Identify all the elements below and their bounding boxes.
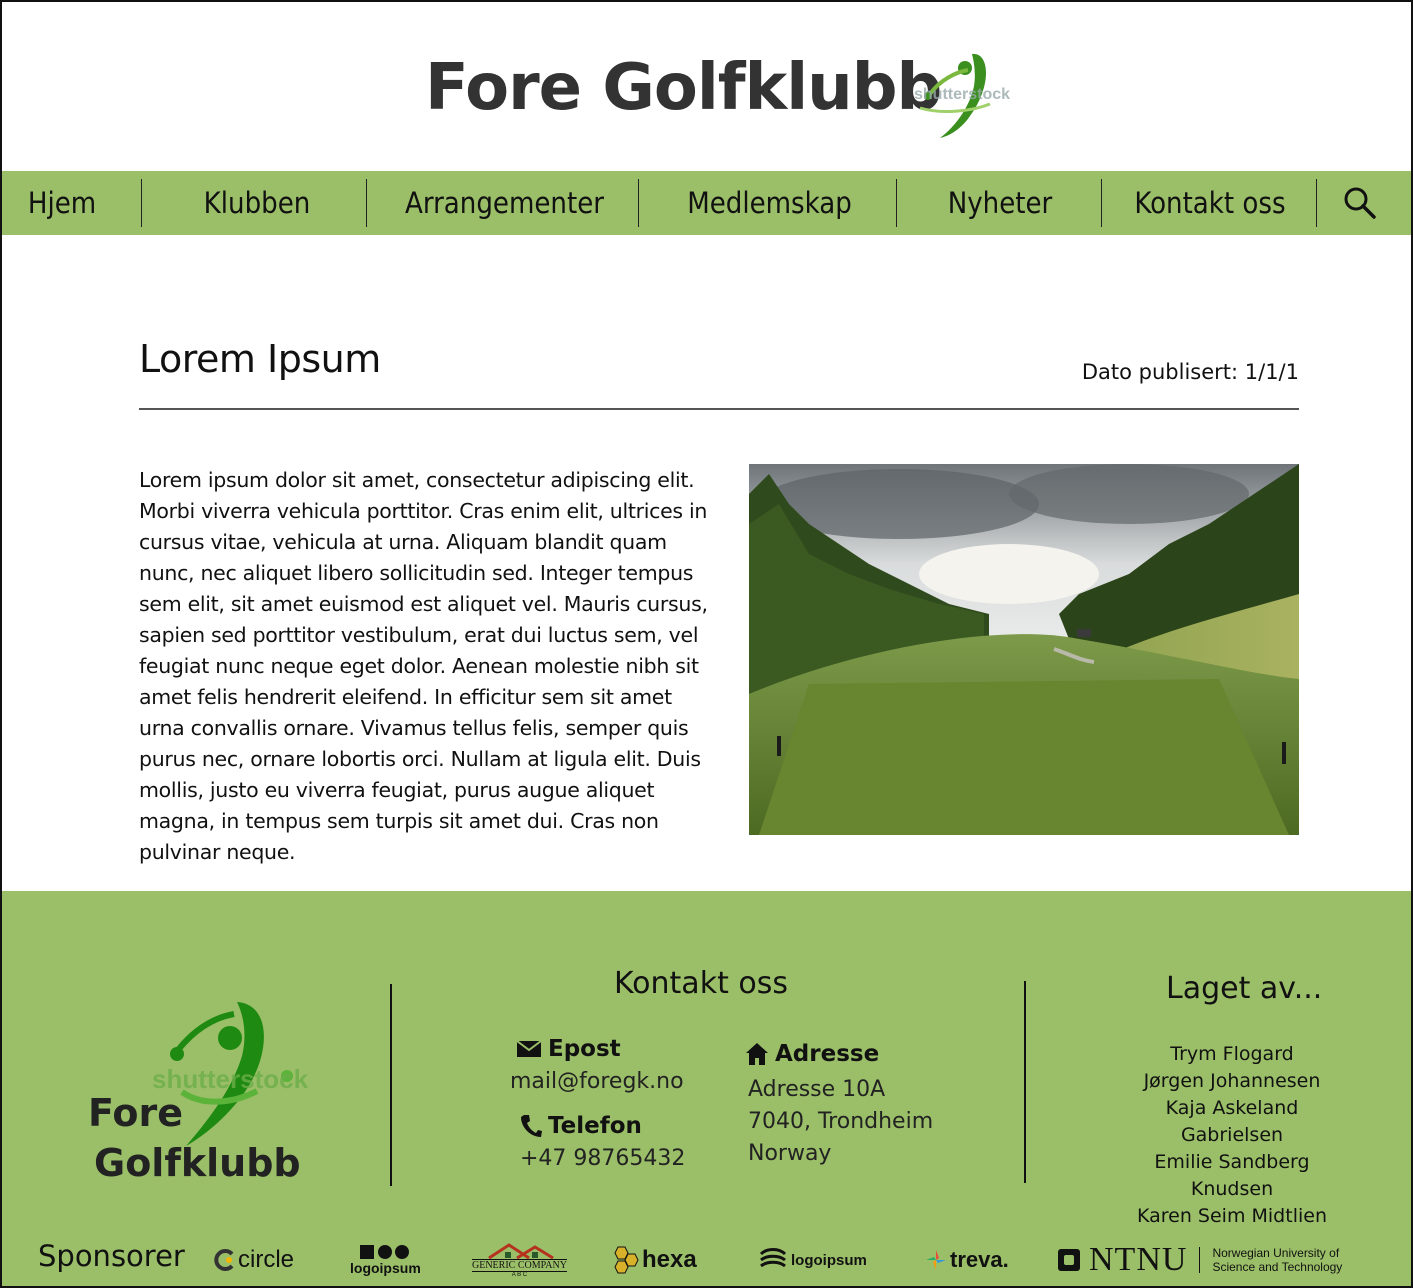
- nav-item-kontakt-oss[interactable]: Kontakt oss: [1105, 171, 1315, 235]
- sponsor-generic-text: GENERIC COMPANY: [472, 1258, 567, 1272]
- envelope-icon: [516, 1040, 542, 1057]
- nav-divider: [141, 179, 142, 227]
- ntnu-subtitle: Norwegian University of Science and Tech…: [1212, 1246, 1342, 1274]
- site-title[interactable]: Fore Golfklubb: [425, 56, 942, 120]
- house-icon: [746, 1043, 768, 1065]
- article-body: Lorem ipsum dolor sit amet, consectetur …: [139, 468, 708, 864]
- email-label: Epost: [516, 1036, 621, 1062]
- nav-item-medlemskap[interactable]: Medlemskap: [642, 171, 897, 235]
- sponsor-treva-text: treva.: [950, 1247, 1009, 1272]
- article-title: Lorem Ipsum: [139, 337, 381, 381]
- hexagon-icon: [614, 1246, 639, 1274]
- sponsor-logoipsum-2[interactable]: logoipsum: [759, 1239, 867, 1281]
- publish-date: Dato publisert: 1/1/1: [1081, 360, 1299, 384]
- main-nav: Hjem Klubben Arrangementer Medlemskap Ny…: [2, 171, 1411, 235]
- site-footer: shutterstock Fore Golfklubb Kontakt oss …: [2, 891, 1411, 1286]
- contact-heading: Kontakt oss: [614, 966, 788, 1001]
- member-name: Kaja Askeland Gabrielsen: [1165, 1097, 1299, 1146]
- sponsor-logoipsum-2-text: logoipsum: [791, 1251, 867, 1269]
- treva-flower-icon: [926, 1250, 946, 1270]
- title-divider: [139, 408, 1299, 410]
- sponsor-circle[interactable]: circle: [214, 1239, 294, 1281]
- logoipsum-squares-icon: [360, 1245, 410, 1259]
- nav-item-hjem[interactable]: Hjem: [12, 171, 112, 235]
- member-name: Emilie Sandberg Knudsen: [1154, 1151, 1310, 1200]
- waves-icon: [759, 1248, 787, 1268]
- phone-value[interactable]: +47 98765432: [520, 1143, 685, 1175]
- address-line-2: 7040, Trondheim: [748, 1109, 934, 1134]
- footer-divider: [1024, 981, 1026, 1183]
- sponsor-logoipsum-1[interactable]: logoipsum: [350, 1239, 421, 1281]
- member-name: Trym Flogard: [1170, 1043, 1294, 1065]
- sponsor-treva[interactable]: treva.: [924, 1239, 1009, 1281]
- sponsor-logoipsum-1-text: logoipsum: [350, 1260, 421, 1276]
- member-name: Karen Seim Midtlien: [1137, 1205, 1327, 1227]
- sponsor-circle-text: circle: [238, 1246, 295, 1273]
- nav-divider: [1316, 179, 1317, 227]
- ntnu-square-icon: [1058, 1249, 1080, 1271]
- circle-logo-icon: [214, 1249, 234, 1271]
- members-list: Trym Flogard Jørgen Johannesen Kaja Aske…: [1117, 1041, 1347, 1230]
- footer-logo-line2: Golfklubb: [94, 1141, 301, 1185]
- ntnu-divider: [1199, 1247, 1201, 1273]
- golfer-swing-logo-icon[interactable]: shutterstock: [910, 46, 1018, 144]
- nav-item-klubben[interactable]: Klubben: [152, 171, 362, 235]
- phone-label-text: Telefon: [548, 1113, 642, 1139]
- phone-label: Telefon: [520, 1113, 642, 1139]
- roof-icon: [488, 1242, 555, 1259]
- sponsor-ntnu[interactable]: NTNU Norwegian University of Science and…: [1057, 1239, 1342, 1281]
- site-header: Fore Golfklubb shutterstock: [0, 0, 1413, 171]
- nav-item-nyheter[interactable]: Nyheter: [900, 171, 1100, 235]
- nav-divider: [638, 179, 639, 227]
- phone-icon: [521, 1115, 542, 1137]
- footer-logo[interactable]: shutterstock Fore Golfklubb: [82, 996, 322, 1186]
- nav-divider: [896, 179, 897, 227]
- sponsor-hexa[interactable]: hexa: [610, 1239, 697, 1281]
- footer-logo-line1: Fore: [88, 1091, 184, 1135]
- sponsor-generic-company[interactable]: GENERIC COMPANY A B C: [472, 1239, 567, 1281]
- search-icon[interactable]: [1342, 185, 1382, 225]
- nav-divider: [366, 179, 367, 227]
- logo-watermark: shutterstock: [914, 86, 1011, 103]
- nav-divider: [1101, 179, 1102, 227]
- address-line-1: Adresse 10A: [748, 1077, 886, 1102]
- ntnu-subtitle-line2: Science and Technology: [1212, 1260, 1343, 1274]
- sponsor-hexa-text: hexa: [642, 1246, 697, 1273]
- sponsors-label: Sponsorer: [38, 1239, 185, 1273]
- footer-divider: [390, 984, 392, 1186]
- address-label: Adresse: [745, 1041, 879, 1067]
- address-label-text: Adresse: [775, 1041, 880, 1067]
- sponsor-ntnu-text: NTNU: [1089, 1241, 1188, 1278]
- golf-course-image: [749, 464, 1299, 835]
- made-by-heading: Laget av...: [1166, 971, 1323, 1006]
- nav-item-arrangementer[interactable]: Arrangementer: [372, 171, 637, 235]
- member-name: Jørgen Johannesen: [1143, 1070, 1321, 1092]
- sponsor-generic-sub: A B C: [511, 1271, 528, 1278]
- email-label-text: Epost: [548, 1036, 621, 1062]
- email-value[interactable]: mail@foregk.no: [510, 1066, 684, 1098]
- ntnu-subtitle-line1: Norwegian University of: [1212, 1246, 1340, 1260]
- address-line-3: Norway: [748, 1141, 832, 1166]
